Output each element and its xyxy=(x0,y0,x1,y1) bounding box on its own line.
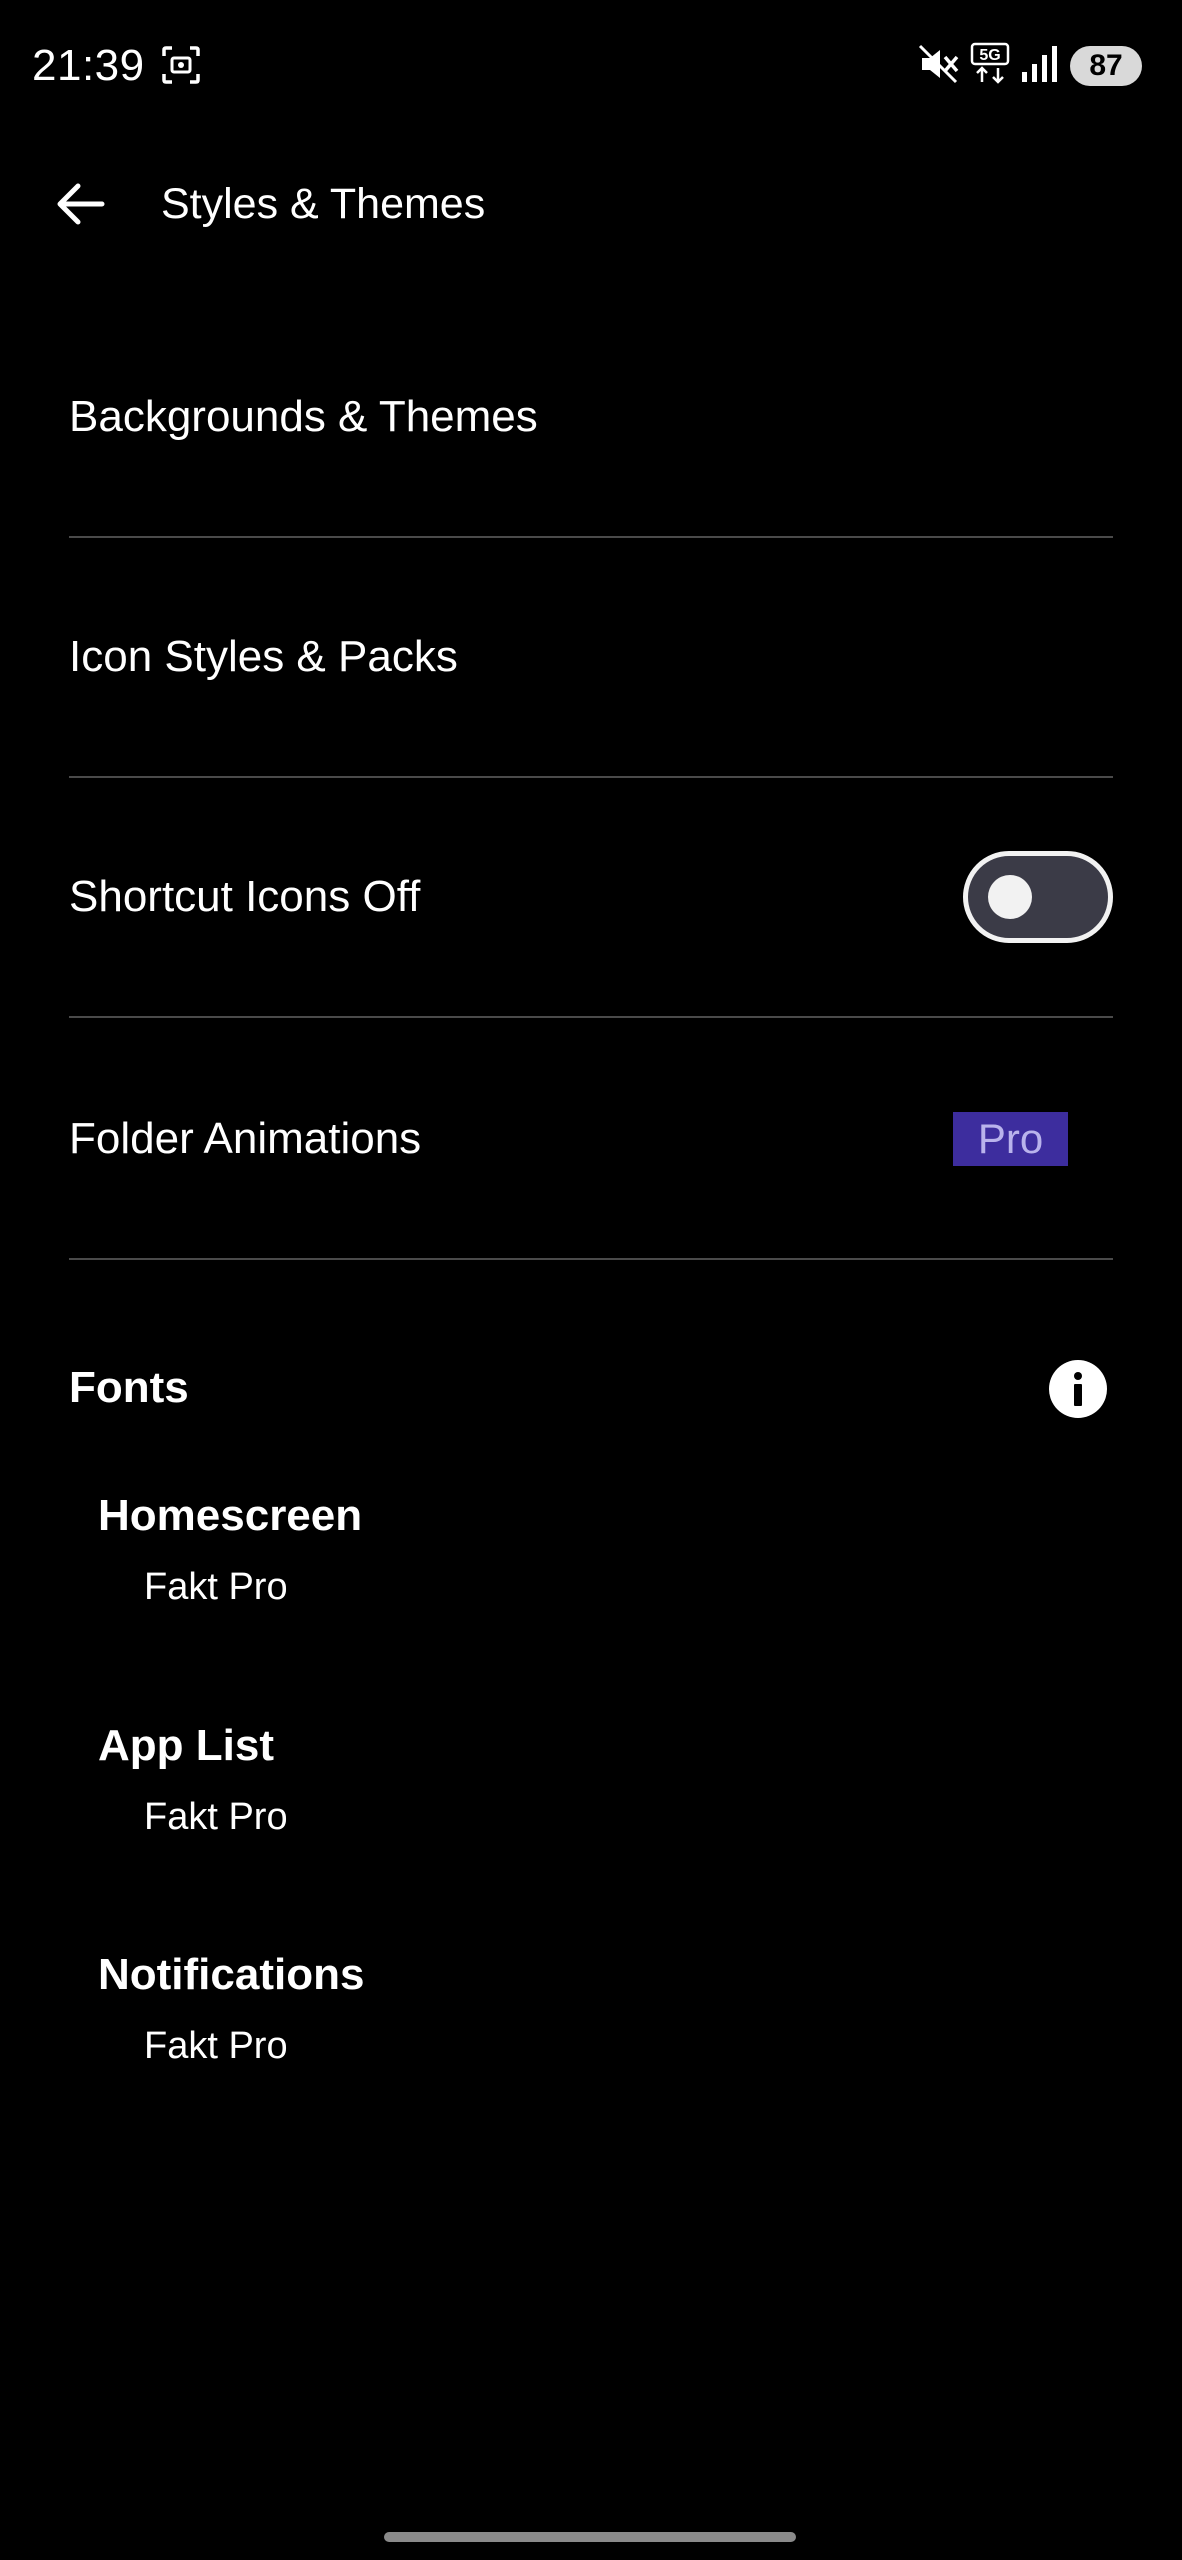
setting-label: Folder Animations xyxy=(69,1114,422,1163)
setting-folder-animations[interactable]: Folder Animations Pro xyxy=(69,1020,1113,1260)
arrow-left-icon xyxy=(54,182,106,231)
5g-icon: 5G xyxy=(970,42,1010,91)
setting-shortcut-icons: Shortcut Icons Off xyxy=(69,778,1113,1018)
home-indicator[interactable] xyxy=(384,2532,796,2542)
font-item-notifications[interactable]: Notifications Fakt Pro xyxy=(98,1947,998,2127)
battery-icon: 87 xyxy=(1070,46,1142,86)
setting-label: Backgrounds & Themes xyxy=(69,392,538,441)
fonts-section-header: Fonts xyxy=(69,1350,1113,1430)
shortcut-icons-toggle[interactable] xyxy=(963,851,1113,943)
font-item-title: Homescreen xyxy=(98,1491,363,1540)
setting-icon-styles-packs[interactable]: Icon Styles & Packs xyxy=(69,538,1113,778)
mute-icon xyxy=(916,42,960,91)
setting-backgrounds-themes[interactable]: Backgrounds & Themes xyxy=(69,298,1113,538)
pro-badge: Pro xyxy=(953,1112,1068,1166)
font-item-value: Fakt Pro xyxy=(144,1796,288,1838)
back-button[interactable] xyxy=(44,174,116,238)
setting-label: Icon Styles & Packs xyxy=(69,632,458,681)
font-item-homescreen[interactable]: Homescreen Fakt Pro xyxy=(98,1488,998,1668)
info-icon[interactable] xyxy=(1049,1360,1107,1418)
app-bar: Styles & Themes xyxy=(0,150,1182,260)
svg-text:5G: 5G xyxy=(979,47,1000,64)
status-time: 21:39 xyxy=(32,41,145,90)
status-bar: 21:39 5G 87 xyxy=(0,0,1182,134)
font-item-app-list[interactable]: App List Fakt Pro xyxy=(98,1718,998,1898)
setting-label: Shortcut Icons Off xyxy=(69,872,421,921)
font-item-title: App List xyxy=(98,1721,274,1770)
font-item-value: Fakt Pro xyxy=(144,1566,288,1608)
font-item-value: Fakt Pro xyxy=(144,2025,288,2067)
screenshot-icon xyxy=(160,44,202,86)
status-icons: 5G 87 xyxy=(916,40,1142,92)
fonts-section-title: Fonts xyxy=(69,1363,189,1412)
font-item-title: Notifications xyxy=(98,1950,365,1999)
signal-icon xyxy=(1020,42,1060,91)
page-title: Styles & Themes xyxy=(161,180,486,228)
toggle-knob xyxy=(988,875,1032,919)
